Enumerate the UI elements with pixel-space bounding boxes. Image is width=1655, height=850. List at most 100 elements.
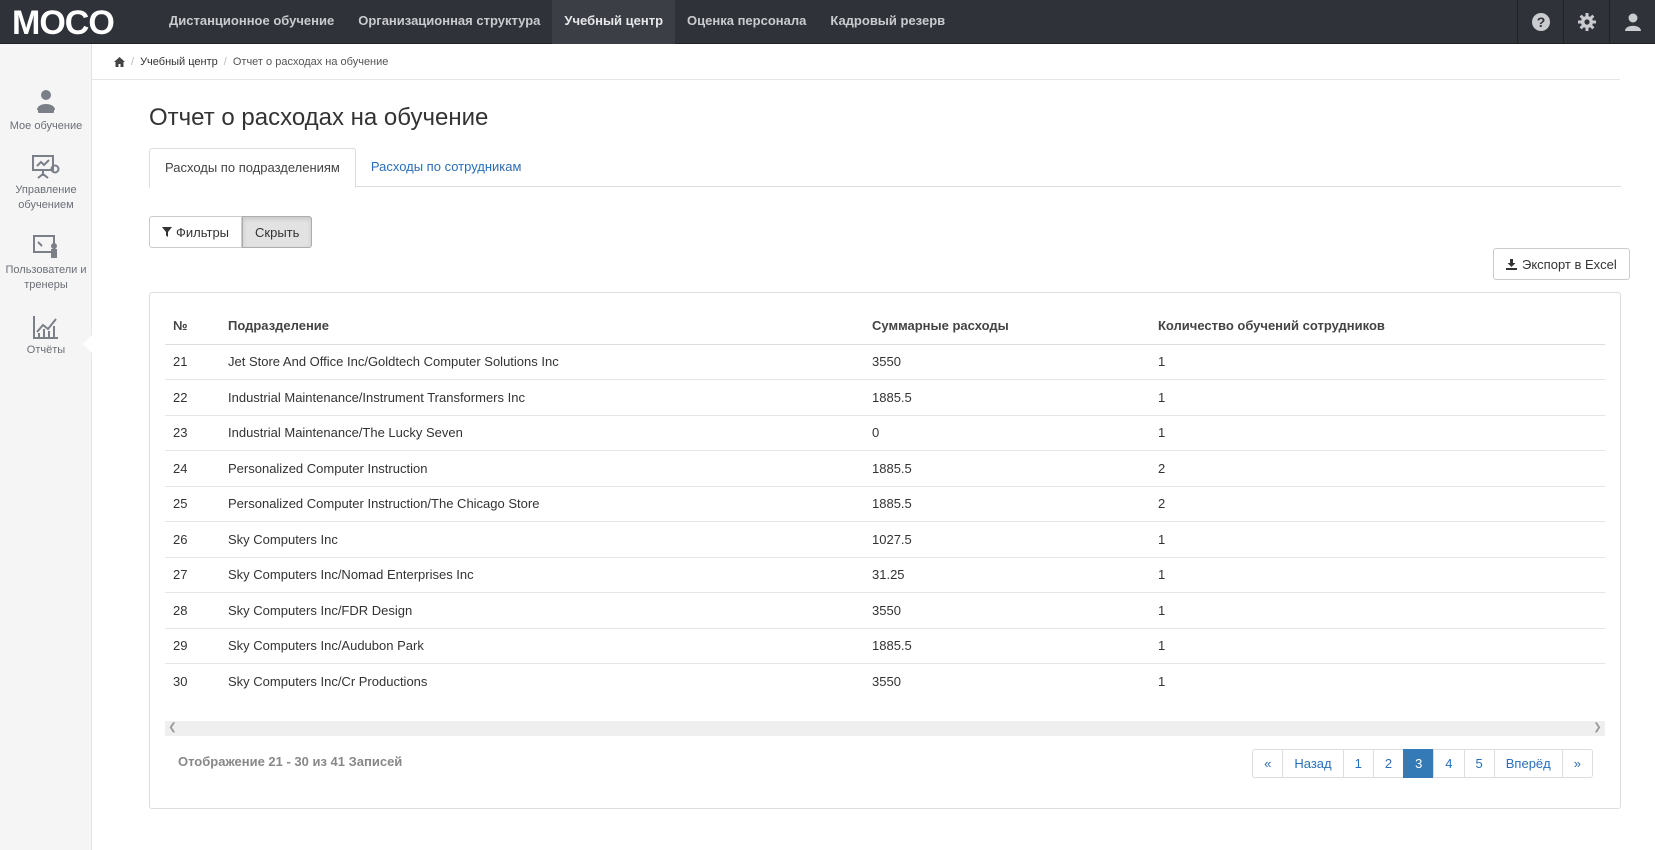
table-row[interactable]: 24 Personalized Computer Instruction 1885.… [165, 450, 1605, 486]
pagination-first[interactable]: « [1252, 749, 1284, 778]
moco-logo[interactable]: MOCO [10, 4, 140, 40]
table-row[interactable]: 21 Jet Store And Office Inc/Goldtech Comp… [165, 344, 1605, 380]
pagination-page-2[interactable]: 2 [1372, 749, 1405, 778]
learner-icon [37, 90, 55, 113]
sidebar-item-users-trainers[interactable]: Пользователи и тренеры [0, 234, 92, 293]
column-header-number[interactable]: № [165, 308, 220, 345]
sidebar-item-label: Мое обучение [9, 120, 83, 132]
cell-training-count: 1 [1150, 414, 1605, 451]
sidebar: Мое обучение Управление обучением Пользо… [0, 44, 93, 850]
cell-training-count: 1 [1158, 354, 1166, 370]
table-row[interactable]: 26 Sky Computers Inc 1027.5 1 [165, 521, 1605, 557]
cell-total-expenses: 3550 [864, 592, 1150, 628]
sidebar-item-reports[interactable]: Отчёты [0, 314, 92, 358]
top-icons: ? [1517, 0, 1655, 44]
nav-org-structure[interactable]: Организационная структура [346, 0, 552, 44]
table-body: 21 Jet Store And Office Inc/Goldtech Comp… [165, 344, 1605, 699]
table-row[interactable]: 23 Industrial Maintenance/The Lucky Seven… [165, 414, 1605, 451]
nav-training-center[interactable]: Учебный центр [552, 0, 676, 44]
table-row[interactable]: 25 Personalized Computer Instruction/The … [165, 485, 1605, 522]
home-icon[interactable] [114, 56, 125, 67]
filters-label: Фильтры [176, 224, 230, 240]
help-icon[interactable]: ? [1517, 0, 1563, 44]
gear-icon[interactable] [1563, 0, 1609, 44]
cell-total-expenses: 31.25 [864, 556, 1150, 593]
cell-total-expenses: 1885.5 [864, 627, 1150, 664]
column-header-total-expenses[interactable]: Суммарные расходы [864, 308, 1150, 345]
pagination-page-5[interactable]: 5 [1463, 749, 1495, 778]
cell-department: Sky Computers Inc/Cr Productions [220, 663, 864, 699]
main-nav: Дистанционное обучение Организационная с… [157, 0, 957, 44]
column-header-training-count[interactable]: Количество обучений сотрудников [1150, 308, 1605, 345]
filter-button-group: Фильтры Скрыть [149, 216, 313, 248]
table-header-row: № Подразделение Суммарные расходы Количе… [165, 308, 1605, 345]
user-icon[interactable] [1609, 0, 1655, 44]
cell-number: 21 [173, 354, 188, 370]
cell-total-expenses: 3550 [864, 663, 1150, 699]
cell-department: Sky Computers Inc/Nomad Enterprises Inc [220, 556, 864, 593]
chart-icon [33, 316, 58, 339]
pagination-next[interactable]: Вперёд [1493, 749, 1563, 778]
cell-total-expenses: 0 [864, 414, 1150, 451]
cell-number: 25 [165, 485, 220, 522]
sidebar-item-label: Отчёты [26, 344, 66, 356]
pagination-page-3[interactable]: 3 [1403, 749, 1435, 778]
cell-department: Personalized Computer Instruction [220, 450, 864, 486]
pagination-page-1[interactable]: 1 [1342, 749, 1374, 778]
tab-by-employees[interactable]: Расходы по сотрудникам [356, 148, 537, 187]
cell-total-expenses: 1027.5 [864, 521, 1150, 557]
export-excel-button[interactable]: Экспорт в Excel [1493, 248, 1630, 280]
hide-label: Скрыть [255, 224, 300, 240]
table-row[interactable]: 29 Sky Computers Inc/Audubon Park 1885.5 1 [165, 627, 1605, 664]
cell-department: Personalized Computer Instruction/The Ch… [220, 485, 864, 522]
tab-by-departments[interactable]: Расходы по подразделениям [149, 148, 356, 188]
breadcrumb-training-center[interactable]: Учебный центр [140, 56, 218, 68]
cell-number: 30 [165, 663, 220, 699]
cell-number: 23 [165, 414, 220, 451]
pagination: « Назад 1 2 3 4 5 Вперёд » [1252, 749, 1593, 778]
table-row[interactable]: 22 Industrial Maintenance/Instrument Tran… [165, 379, 1605, 415]
cell-department: Industrial Maintenance/The Lucky Seven [220, 414, 864, 451]
cell-department: Sky Computers Inc/FDR Design [220, 592, 864, 628]
pagination-page-4[interactable]: 4 [1433, 749, 1465, 778]
cell-department: Sky Computers Inc/Audubon Park [220, 627, 864, 664]
cell-number: 26 [165, 521, 220, 557]
download-icon [1506, 258, 1517, 270]
filters-button[interactable]: Фильтры [149, 216, 243, 248]
svg-text:?: ? [1536, 14, 1545, 30]
report-tabs: Расходы по подразделениям Расходы по сот… [149, 148, 1621, 188]
sidebar-item-my-learning[interactable]: Мое обучение [0, 88, 92, 134]
column-header-department[interactable]: Подразделение [220, 308, 864, 345]
table-row[interactable]: 28 Sky Computers Inc/FDR Design 3550 1 [165, 592, 1605, 628]
cell-number: 29 [165, 627, 220, 664]
cell-training-count: 1 [1150, 521, 1605, 557]
nav-staff-assessment[interactable]: Оценка персонала [675, 0, 818, 44]
hide-filters-button[interactable]: Скрыть [242, 216, 313, 248]
scroll-left-icon[interactable]: ❮ [165, 721, 180, 736]
breadcrumb-separator: / [131, 55, 135, 68]
nav-distance-learning[interactable]: Дистанционное обучение [157, 0, 346, 44]
cell-department: Jet Store And Office Inc/Goldtech Comput… [228, 354, 559, 370]
svg-text:MOCO: MOCO [12, 4, 114, 40]
pagination-last[interactable]: » [1561, 749, 1593, 778]
filter-icon [162, 227, 172, 237]
active-indicator [83, 334, 93, 354]
report-panel: № Подразделение Суммарные расходы Количе… [149, 292, 1621, 809]
pagination-prev[interactable]: Назад [1282, 749, 1344, 778]
nav-talent-pool[interactable]: Кадровый резерв [818, 0, 957, 44]
scroll-right-icon[interactable]: ❯ [1590, 721, 1605, 736]
expenses-table: № Подразделение Суммарные расходы Количе… [165, 308, 1605, 699]
table-row[interactable]: 27 Sky Computers Inc/Nomad Enterprises In… [165, 556, 1605, 593]
cell-department: Industrial Maintenance/Instrument Transf… [220, 379, 864, 415]
cell-training-count: 1 [1150, 379, 1605, 415]
table-row[interactable]: 30 Sky Computers Inc/Cr Productions 3550 1 [165, 663, 1605, 699]
cell-total-expenses: 3550 [872, 354, 901, 370]
records-info: Отображение 21 - 30 из 41 Записей [178, 754, 403, 769]
sidebar-item-label: Управление обучением [15, 184, 77, 211]
cell-training-count: 1 [1150, 556, 1605, 593]
horizontal-scrollbar[interactable]: ❮ ❯ [165, 721, 1605, 736]
cell-training-count: 1 [1150, 627, 1605, 664]
breadcrumb-separator: / [223, 55, 227, 68]
sidebar-item-label: Пользователи и тренеры [5, 264, 87, 291]
sidebar-item-training-management[interactable]: Управление обучением [0, 154, 92, 213]
